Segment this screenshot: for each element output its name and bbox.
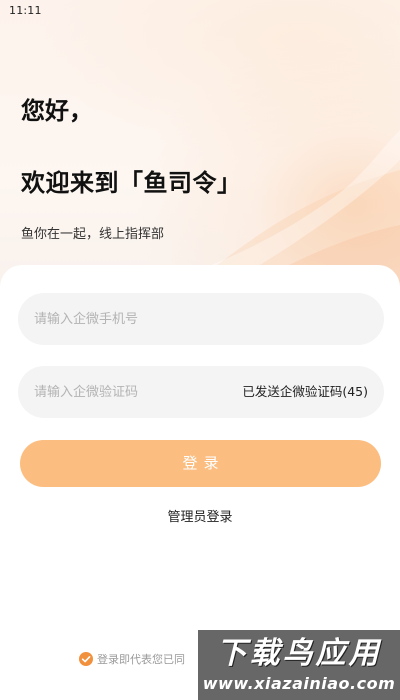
login-button[interactable]: 登录 xyxy=(20,440,381,487)
admin-login-link[interactable]: 管理员登录 xyxy=(0,509,400,527)
phone-field[interactable] xyxy=(18,293,384,345)
greeting-title: 您好， xyxy=(21,97,93,125)
verification-code-input[interactable] xyxy=(34,366,234,418)
agreement-row: 登录即代表您已同 xyxy=(79,650,185,668)
verification-code-field[interactable]: 已发送企微验证码(45) xyxy=(18,366,384,418)
slogan-text: 鱼你在一起，线上指挥部 xyxy=(21,227,165,242)
checkmark-icon xyxy=(81,656,91,663)
welcome-title: 欢迎来到「鱼司令」 xyxy=(21,169,242,197)
login-screen: 11:11 您好， 欢迎来到「鱼司令」 鱼你在一起，线上指挥部 已发送企微验证码… xyxy=(0,0,400,700)
hero-background xyxy=(0,0,400,300)
phone-input[interactable] xyxy=(34,293,364,345)
watermark: 下载鸟应用 www.xiazainiao.com xyxy=(198,630,400,700)
hero-wave-decoration xyxy=(120,130,400,300)
code-countdown-status: 已发送企微验证码(45) xyxy=(242,384,368,399)
watermark-logo: 下载鸟应用 xyxy=(216,636,382,671)
agreement-checkbox[interactable] xyxy=(79,652,93,666)
agreement-text: 登录即代表您已同 xyxy=(97,653,185,666)
status-bar-time: 11:11 xyxy=(9,4,42,17)
watermark-url: www.xiazainiao.com xyxy=(202,674,396,693)
